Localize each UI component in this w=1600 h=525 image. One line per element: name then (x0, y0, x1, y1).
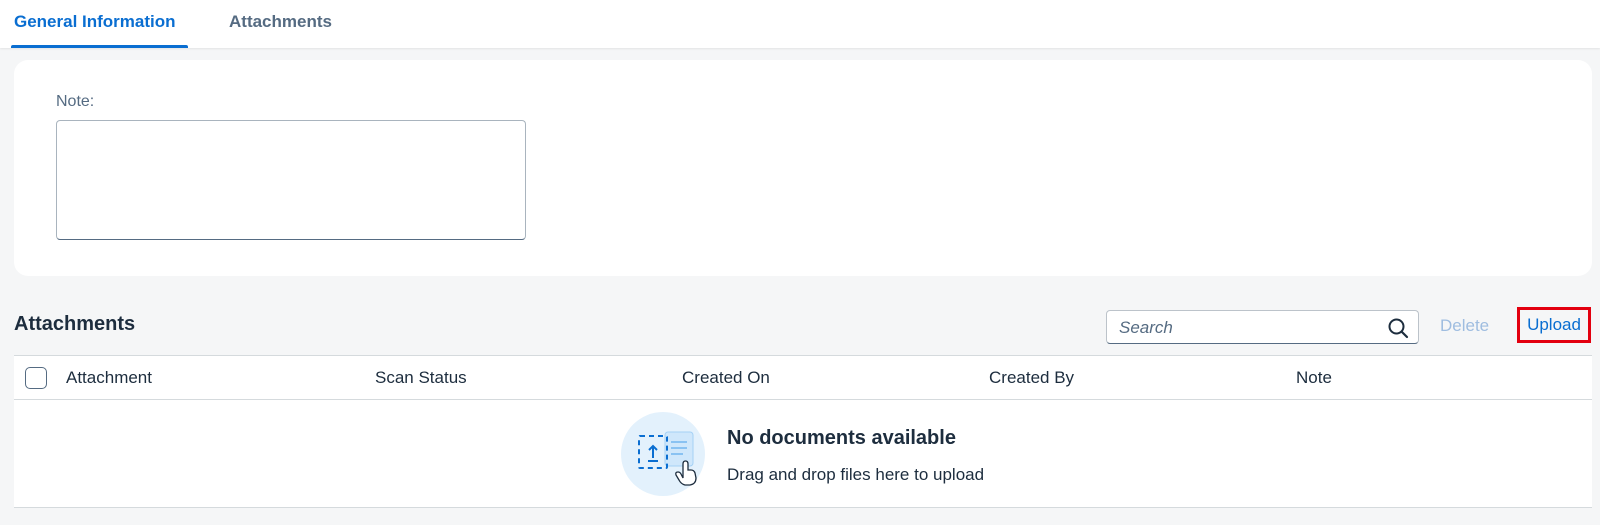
column-header-scan-status[interactable]: Scan Status (375, 368, 467, 388)
tab-label: General Information (14, 12, 176, 31)
upload-illustration-icon (621, 412, 705, 496)
column-header-attachment[interactable]: Attachment (66, 368, 152, 388)
search-icon[interactable] (1387, 317, 1409, 339)
column-header-note[interactable]: Note (1296, 368, 1332, 388)
tab-general-information[interactable]: General Information (11, 0, 190, 48)
tab-attachments[interactable]: Attachments (229, 0, 349, 48)
select-all-checkbox[interactable] (25, 367, 47, 389)
search-input[interactable] (1119, 317, 1369, 339)
note-textarea[interactable] (56, 120, 526, 240)
column-header-created-on[interactable]: Created On (682, 368, 770, 388)
column-header-created-by[interactable]: Created By (989, 368, 1074, 388)
table-header: Attachment Scan Status Created On Create… (14, 356, 1592, 400)
tab-label: Attachments (229, 12, 332, 31)
attachments-table: Attachment Scan Status Created On Create… (14, 355, 1592, 508)
empty-state-title: No documents available (727, 427, 956, 449)
empty-state-subtitle: Drag and drop files here to upload (727, 465, 985, 484)
upload-button[interactable]: Upload (1517, 307, 1591, 343)
delete-button[interactable]: Delete (1440, 316, 1489, 336)
empty-state-dropzone[interactable]: No documents available Drag and drop fil… (14, 400, 1592, 508)
tab-bar: General Information Attachments (0, 0, 1600, 48)
search-field[interactable] (1106, 310, 1419, 344)
active-tab-indicator (11, 45, 188, 48)
note-label: Note: (56, 93, 95, 110)
attachments-title: Attachments (14, 313, 136, 335)
note-section: Note: (14, 60, 1592, 276)
